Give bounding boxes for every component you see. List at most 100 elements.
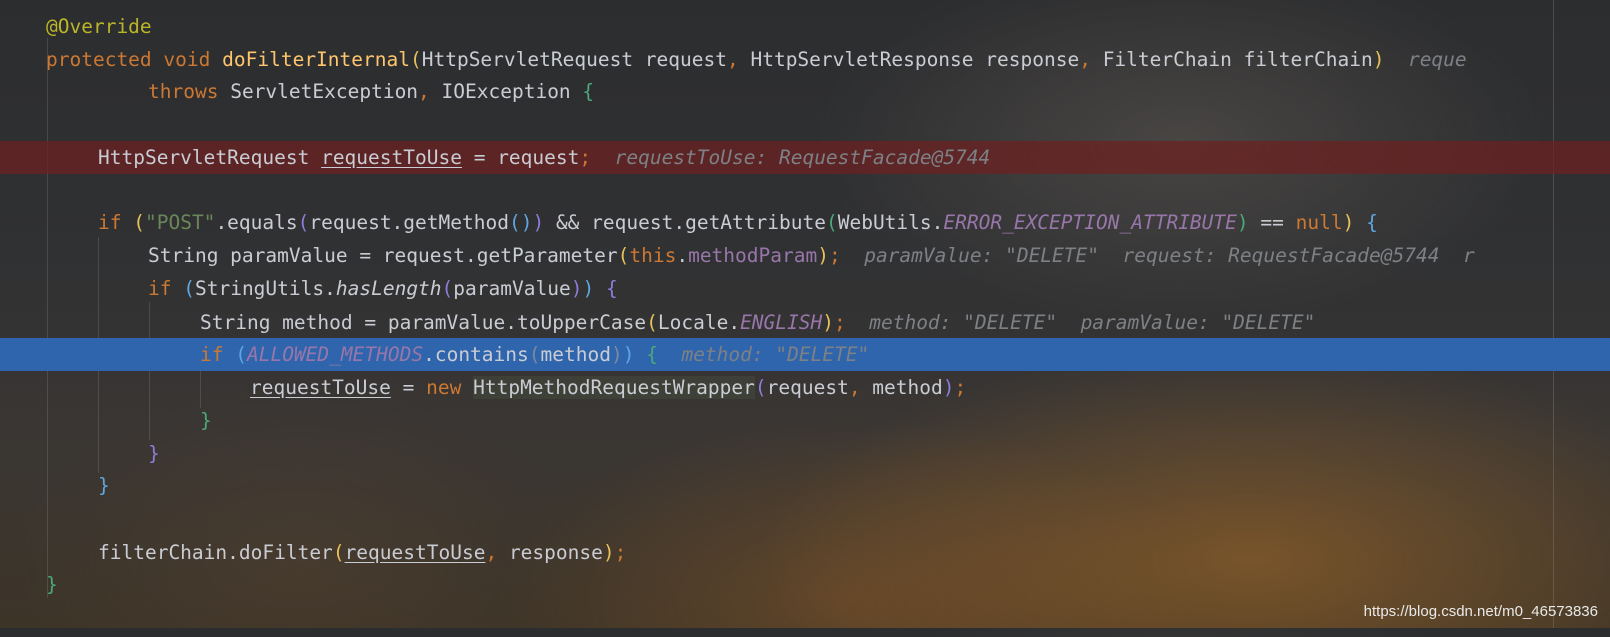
paren: ( bbox=[646, 311, 658, 334]
code-line[interactable]: } bbox=[0, 437, 1610, 470]
paren: ( bbox=[441, 277, 454, 300]
paren: ) bbox=[582, 277, 595, 300]
code-line[interactable]: throws ServletException, IOException { bbox=[0, 75, 1610, 108]
type-name: HttpServletRequest bbox=[98, 146, 310, 169]
brace: { bbox=[1366, 211, 1378, 234]
keyword: null bbox=[1295, 211, 1343, 234]
watermark-url: https://blog.csdn.net/m0_46573836 bbox=[1363, 603, 1598, 620]
paren: ( bbox=[183, 277, 195, 300]
keyword: this bbox=[629, 244, 677, 267]
keyword: void bbox=[163, 48, 211, 71]
expression: String paramValue = request.getParameter bbox=[148, 244, 618, 267]
expression: String method = paramValue.toUpperCase bbox=[200, 311, 647, 334]
paren: ) bbox=[822, 311, 834, 334]
keyword: throws bbox=[148, 80, 219, 103]
argument: method bbox=[540, 343, 611, 366]
static-constant: ERROR_EXCEPTION_ATTRIBUTE bbox=[943, 211, 1237, 234]
keyword: protected bbox=[46, 48, 152, 71]
paren: ( bbox=[235, 343, 247, 366]
paren: () bbox=[508, 211, 533, 234]
code-editor[interactable]: @Override protected void doFilterInterna… bbox=[0, 0, 1610, 628]
argument: request bbox=[766, 376, 849, 399]
static-constant: ALLOWED_METHODS bbox=[246, 343, 424, 366]
expression: = request bbox=[461, 146, 580, 169]
paren: ( bbox=[825, 211, 838, 234]
keyword: new bbox=[426, 376, 462, 399]
semicolon: ; bbox=[954, 376, 967, 399]
paren: ) bbox=[570, 277, 583, 300]
variable: requestToUse bbox=[250, 376, 391, 399]
static-constant: ENGLISH bbox=[740, 311, 823, 334]
paren: ( bbox=[754, 376, 767, 399]
code-line[interactable]: String paramValue = request.getParameter… bbox=[0, 239, 1610, 272]
method-call: filterChain.doFilter bbox=[98, 541, 333, 564]
inline-debug-hint: requestToUse: RequestFacade@5744 bbox=[614, 146, 991, 169]
code-line[interactable]: @Override bbox=[0, 10, 1610, 43]
inline-debug-hint: reque bbox=[1407, 48, 1467, 71]
comma: , bbox=[848, 376, 873, 399]
code-line[interactable]: requestToUse = new HttpMethodRequestWrap… bbox=[0, 371, 1610, 404]
paren: ( bbox=[617, 244, 630, 267]
comma: , bbox=[726, 48, 751, 71]
paren: ) bbox=[622, 343, 635, 366]
variable: requestToUse bbox=[321, 146, 462, 169]
field-ref: methodParam bbox=[688, 244, 818, 267]
type-name: FilterChain bbox=[1102, 48, 1232, 71]
code-line[interactable]: if (StringUtils.hasLength(paramValue)) { bbox=[0, 272, 1610, 305]
brace: } bbox=[200, 409, 212, 432]
type-name: HttpServletResponse bbox=[750, 48, 974, 71]
argument: requestToUse bbox=[344, 541, 486, 564]
inline-debug-hint: request: RequestFacade@5744 bbox=[1122, 244, 1440, 267]
string-literal: "POST" bbox=[144, 211, 216, 234]
code-line[interactable]: String method = paramValue.toUpperCase(L… bbox=[0, 306, 1610, 339]
argument: response bbox=[508, 541, 603, 564]
type-name: IOException bbox=[441, 80, 571, 103]
execution-point-line[interactable]: if (ALLOWED_METHODS.contains(method)) { … bbox=[0, 338, 1610, 371]
brace: { bbox=[646, 343, 658, 366]
paren: ( bbox=[332, 541, 345, 564]
paren: ( bbox=[297, 211, 310, 234]
param-name: filterChain bbox=[1231, 48, 1373, 71]
code-line[interactable]: } bbox=[0, 469, 1610, 502]
keyword: if bbox=[148, 277, 172, 300]
class-ref: StringUtils. bbox=[194, 277, 336, 300]
semicolon: ; bbox=[828, 244, 841, 267]
paren: ) bbox=[532, 211, 545, 234]
method-call: .equals bbox=[215, 211, 298, 234]
method-call: request.getMethod bbox=[309, 211, 509, 234]
code-line[interactable]: protected void doFilterInternal(HttpServ… bbox=[0, 43, 1610, 76]
brace: { bbox=[582, 80, 595, 103]
argument: paramValue bbox=[453, 277, 571, 300]
paren: ( bbox=[409, 48, 422, 71]
code-line[interactable]: } bbox=[0, 568, 1610, 601]
expression: && request.getAttribute bbox=[544, 211, 826, 234]
type-name: HttpServletRequest bbox=[421, 48, 634, 71]
inline-debug-hint: paramValue: "DELETE" bbox=[1080, 311, 1316, 334]
semicolon: ; bbox=[834, 311, 846, 334]
paren: ) bbox=[602, 541, 615, 564]
paren: ) bbox=[1236, 211, 1249, 234]
semicolon: ; bbox=[614, 541, 627, 564]
brace: } bbox=[46, 573, 58, 596]
comma: , bbox=[485, 541, 509, 564]
keyword: if bbox=[200, 343, 224, 366]
breakpoint-line[interactable]: HttpServletRequest requestToUse = reques… bbox=[0, 141, 1610, 174]
paren: ) bbox=[1342, 211, 1355, 234]
code-line[interactable]: } bbox=[0, 404, 1610, 437]
inline-debug-hint: paramValue: "DELETE" bbox=[864, 244, 1100, 267]
class-ref: Locale. bbox=[657, 311, 741, 334]
type-name: ServletException bbox=[230, 80, 419, 103]
code-line[interactable]: if ("POST".equals(request.getMethod()) &… bbox=[0, 206, 1610, 239]
paren: ) bbox=[942, 376, 955, 399]
constructor-call: HttpMethodRequestWrapper bbox=[473, 376, 755, 399]
code-line[interactable]: filterChain.doFilter(requestToUse, respo… bbox=[0, 536, 1610, 569]
operator: == bbox=[1248, 211, 1296, 234]
inline-debug-hint: method: "DELETE" bbox=[681, 343, 870, 366]
paren: ) bbox=[1372, 48, 1385, 71]
method-name: doFilterInternal bbox=[222, 48, 410, 71]
paren: ) bbox=[610, 343, 623, 366]
brace: { bbox=[605, 277, 618, 300]
static-method: hasLength bbox=[335, 277, 442, 300]
paren: ( bbox=[133, 211, 145, 234]
brace: } bbox=[98, 474, 110, 497]
